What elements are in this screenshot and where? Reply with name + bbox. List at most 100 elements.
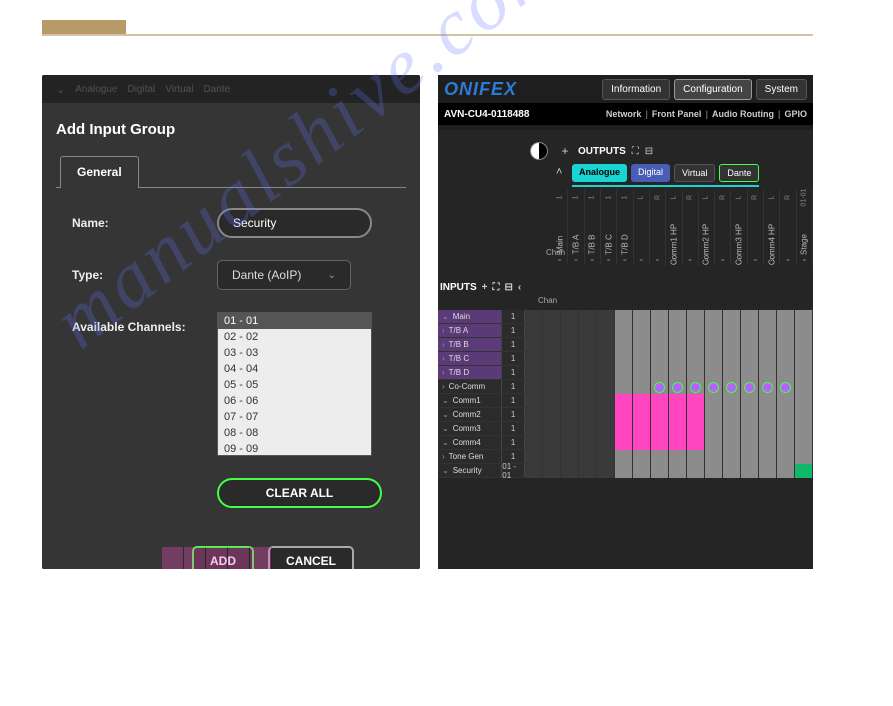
channel-option[interactable]: 02 - 02 [218,329,371,345]
routing-cell[interactable] [741,310,759,324]
out-tab-dante[interactable]: Dante [719,164,759,182]
routing-cell[interactable] [741,338,759,352]
column-header[interactable]: LComm2 HP⌄ [699,190,715,265]
routing-cell[interactable] [723,310,741,324]
routing-cell[interactable] [597,366,615,380]
routing-cell[interactable] [723,394,741,408]
chevron-up-icon[interactable]: ˄ [556,166,562,178]
routing-cell[interactable] [669,366,687,380]
channel-option[interactable]: 04 - 04 [218,361,371,377]
routing-cell[interactable] [687,366,705,380]
routing-cell[interactable] [633,310,651,324]
type-select[interactable]: Dante (AoIP) ⌄ [217,260,351,290]
subnav-front-panel[interactable]: Front Panel [652,109,702,119]
row-header[interactable]: ⌄Main [438,310,502,323]
routing-cell[interactable] [777,352,795,366]
routing-cell[interactable] [543,338,561,352]
routing-cell[interactable] [579,338,597,352]
row-header[interactable]: ›T/B C [438,352,502,365]
routing-cell[interactable] [795,366,813,380]
routing-cell[interactable] [777,366,795,380]
routing-cell[interactable] [651,450,669,464]
contrast-icon[interactable] [530,142,548,160]
routing-cell[interactable] [741,352,759,366]
routing-cell[interactable] [633,366,651,380]
routing-cell[interactable] [759,394,777,408]
expand-icon[interactable]: ⛶ [493,282,500,293]
routing-cell[interactable] [543,450,561,464]
routing-cell[interactable] [615,338,633,352]
nav-system[interactable]: System [756,79,807,100]
routing-cell[interactable] [543,352,561,366]
routing-cell[interactable] [525,380,543,394]
routing-cell[interactable] [759,408,777,422]
channel-option[interactable]: 06 - 06 [218,393,371,409]
row-header[interactable]: ⌄Security [438,464,502,477]
subnav-network[interactable]: Network [606,109,642,119]
routing-cell[interactable] [561,436,579,450]
routing-cell[interactable] [615,380,633,394]
routing-cell[interactable] [705,422,723,436]
column-header[interactable]: R⌄ [780,190,796,265]
routing-cell[interactable] [669,422,687,436]
routing-cell[interactable] [561,352,579,366]
routing-cell[interactable] [525,352,543,366]
routing-cell[interactable] [579,352,597,366]
channel-option[interactable]: 08 - 08 [218,425,371,441]
plus-icon[interactable]: + [482,282,488,293]
routing-cell[interactable] [741,380,759,394]
routing-cell[interactable] [687,338,705,352]
row-header[interactable]: ⌄Comm3 [438,422,502,435]
name-input[interactable] [217,208,372,238]
routing-cell[interactable] [597,338,615,352]
routing-cell[interactable] [705,380,723,394]
routing-cell[interactable] [615,394,633,408]
routing-cell[interactable] [651,310,669,324]
routing-cell[interactable] [705,366,723,380]
routing-cell[interactable] [633,422,651,436]
routing-cell[interactable] [795,464,813,478]
routing-cell[interactable] [561,464,579,478]
routing-cell[interactable] [561,324,579,338]
routing-cell[interactable] [651,394,669,408]
routing-cell[interactable] [687,394,705,408]
routing-cell[interactable] [633,436,651,450]
routing-cell[interactable] [777,324,795,338]
routing-cell[interactable] [741,408,759,422]
expand-icon[interactable]: ⛶ [632,146,639,157]
routing-cell[interactable] [543,324,561,338]
routing-cell[interactable] [543,394,561,408]
routing-cell[interactable] [669,310,687,324]
column-header[interactable]: 1T/B D⌄ [617,190,633,265]
routing-cell[interactable] [795,310,813,324]
out-tab-digital[interactable]: Digital [631,164,670,182]
routing-cell[interactable] [795,436,813,450]
channel-option[interactable]: 03 - 03 [218,345,371,361]
routing-cell[interactable] [723,366,741,380]
routing-cell[interactable] [615,450,633,464]
row-header[interactable]: ›Co-Comm [438,380,502,393]
clear-all-button[interactable]: CLEAR ALL [217,478,382,508]
routing-cell[interactable] [597,310,615,324]
routing-cell[interactable] [723,380,741,394]
routing-cell[interactable] [777,464,795,478]
routing-cell[interactable] [741,394,759,408]
routing-cell[interactable] [669,338,687,352]
routing-cell[interactable] [615,408,633,422]
out-tab-analogue[interactable]: Analogue [572,164,627,182]
routing-cell[interactable] [777,380,795,394]
routing-cell[interactable] [687,310,705,324]
routing-cell[interactable] [651,464,669,478]
column-header[interactable]: R⌄ [683,190,699,265]
routing-cell[interactable] [615,464,633,478]
routing-cell[interactable] [561,394,579,408]
routing-cell[interactable] [795,352,813,366]
routing-cell[interactable] [687,436,705,450]
routing-cell[interactable] [525,366,543,380]
routing-cell[interactable] [543,408,561,422]
routing-cell[interactable] [579,324,597,338]
routing-cell[interactable] [633,324,651,338]
routing-cell[interactable] [561,338,579,352]
routing-cell[interactable] [651,338,669,352]
column-header[interactable]: LComm3 HP⌄ [731,190,747,265]
